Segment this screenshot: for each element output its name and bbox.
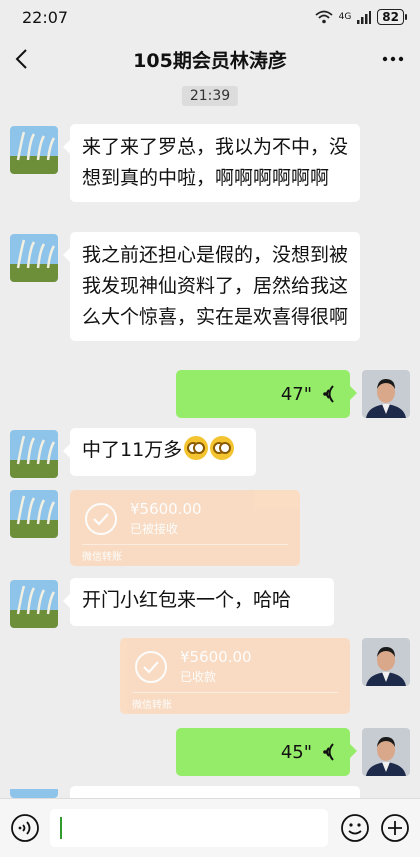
add-icon[interactable] bbox=[380, 813, 410, 843]
message-input[interactable] bbox=[50, 809, 328, 847]
chat-title: 105期会员林涛彦 bbox=[133, 49, 287, 72]
voice-duration: 47" bbox=[280, 383, 312, 405]
user-avatar[interactable] bbox=[362, 638, 410, 686]
more-icon[interactable] bbox=[380, 46, 406, 72]
transfer-status: 已被接收 bbox=[130, 522, 179, 536]
message-bubble[interactable]: 中了11万多 bbox=[63, 428, 256, 476]
message-text: 开门小红包来一个，哈哈 bbox=[82, 589, 292, 611]
signal-icon bbox=[357, 10, 372, 24]
emoji-icon[interactable] bbox=[340, 813, 370, 843]
message-text: 我之前还担心是假的，没想到被我发现神仙资料了，居然给我这么大个惊喜，实在是欢喜得… bbox=[82, 244, 349, 328]
user-avatar[interactable] bbox=[362, 728, 410, 776]
wifi-icon bbox=[315, 10, 333, 24]
user-avatar[interactable] bbox=[362, 370, 410, 418]
status-time: 22:07 bbox=[22, 7, 69, 27]
contact-avatar[interactable] bbox=[10, 234, 58, 282]
battery-indicator: 82 bbox=[377, 9, 407, 25]
status-bar: 22:07 4G 82 bbox=[0, 0, 420, 34]
message-text: 来了来了罗总，我以为不中，没想到真的中啦，啊啊啊啊啊啊 bbox=[82, 136, 349, 189]
transfer-amount: ¥5600.00 bbox=[130, 500, 202, 518]
message-bubble[interactable]: 来了来了罗总，我以为不中，没想到真的中啦，啊啊啊啊啊啊 bbox=[63, 124, 360, 202]
voice-duration: 45" bbox=[280, 741, 312, 763]
voice-wave-icon bbox=[323, 743, 334, 761]
transfer-footer: 微信转账 bbox=[82, 552, 122, 563]
transfer-status: 已收款 bbox=[180, 670, 217, 684]
transfer-footer: 微信转账 bbox=[132, 700, 172, 711]
voice-message[interactable]: 47" bbox=[176, 370, 357, 418]
contact-avatar[interactable] bbox=[10, 786, 58, 798]
text-caret bbox=[60, 817, 62, 839]
chat-header: 105期会员林涛彦 bbox=[0, 36, 420, 82]
input-bar bbox=[0, 798, 420, 857]
grin-emoji-icon bbox=[184, 436, 209, 460]
voice-message[interactable]: 45" bbox=[176, 728, 357, 776]
message-bubble[interactable]: 开门小红包来一个，哈哈 bbox=[63, 578, 334, 626]
check-circle-icon bbox=[135, 651, 167, 683]
contact-avatar[interactable] bbox=[10, 490, 58, 538]
transfer-card[interactable]: ¥5600.00 已被接收 微信转账 bbox=[70, 490, 300, 566]
message-timestamp: 21:39 bbox=[181, 86, 239, 106]
contact-avatar[interactable] bbox=[10, 430, 58, 478]
transfer-divider bbox=[82, 544, 288, 545]
voice-wave-icon bbox=[323, 385, 334, 403]
voice-input-icon[interactable] bbox=[10, 813, 40, 843]
transfer-amount: ¥5600.00 bbox=[180, 648, 252, 666]
message-bubble[interactable]: 我之前还担心是假的，没想到被我发现神仙资料了，居然给我这么大个惊喜，实在是欢喜得… bbox=[63, 232, 360, 341]
grin-emoji-icon bbox=[210, 436, 235, 460]
back-icon[interactable] bbox=[10, 46, 36, 72]
contact-avatar[interactable] bbox=[10, 580, 58, 628]
contact-avatar[interactable] bbox=[10, 126, 58, 174]
message-text: 中了11万多 bbox=[82, 439, 183, 461]
status-indicators: 4G 82 bbox=[315, 9, 407, 25]
transfer-divider bbox=[132, 692, 338, 693]
signal-label: 4G bbox=[338, 12, 352, 22]
check-circle-icon bbox=[85, 503, 117, 535]
transfer-card[interactable]: ¥5600.00 已收款 微信转账 bbox=[120, 638, 350, 714]
